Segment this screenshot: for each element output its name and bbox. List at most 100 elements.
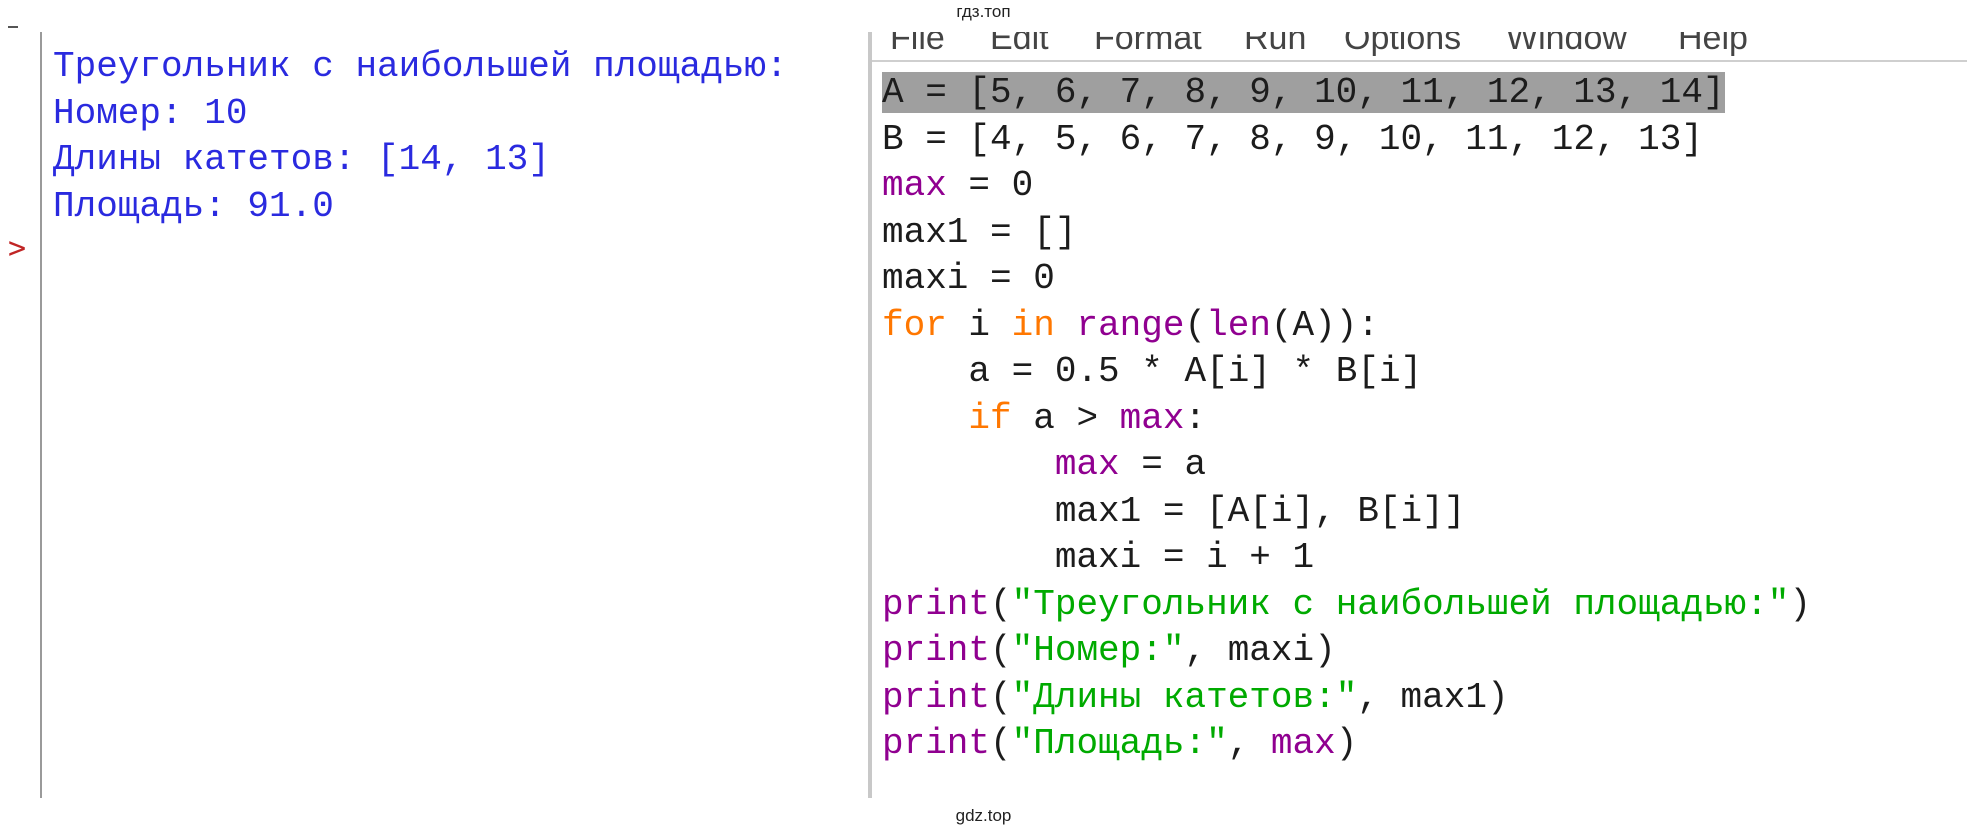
- code-token: + 1: [1227, 537, 1315, 578]
- shell-window-edge: [8, 26, 18, 28]
- menu-format[interactable]: Format: [1094, 32, 1202, 58]
- code-line[interactable]: a = 0.5 * A[i] * B[i]: [882, 349, 1811, 396]
- watermark-bottom: gdz.top: [955, 806, 1012, 825]
- shell-gutter-divider: [40, 32, 42, 798]
- code-token: [: [1378, 490, 1401, 532]
- string-literal: "Треугольник с наибольшей площадью:": [1011, 583, 1790, 625]
- code-token: i: [1227, 351, 1250, 392]
- code-token: a: [968, 351, 991, 392]
- code-line[interactable]: print("Площадь:", max): [882, 721, 1811, 768]
- code-text: for i in range(len(A)):: [882, 305, 1379, 346]
- menu-options[interactable]: Options: [1344, 32, 1461, 58]
- code-token: max1: [1054, 490, 1142, 532]
- code-token: = [: [1141, 490, 1228, 532]
- builtin-name: range: [1076, 304, 1185, 346]
- code-token: = 0.5 *: [990, 351, 1185, 392]
- code-line[interactable]: max1 = [A[i], B[i]]: [882, 489, 1811, 536]
- code-line[interactable]: B = [4, 5, 6, 7, 8, 9, 10, 11, 12, 13]: [882, 117, 1811, 164]
- menu-run[interactable]: Run: [1244, 32, 1306, 58]
- code-token: i: [1206, 537, 1228, 578]
- code-token: [: [1206, 351, 1228, 392]
- code-line[interactable]: print("Треугольник с наибольшей площадью…: [882, 582, 1811, 629]
- code-token: >: [1054, 397, 1120, 439]
- code-token: A: [1292, 304, 1315, 346]
- watermark-top: гдз.топ: [956, 2, 1011, 21]
- code-line[interactable]: print("Номер:", maxi): [882, 628, 1811, 675]
- code-token: B: [1357, 490, 1379, 532]
- keyword: if: [968, 397, 1012, 439]
- code-token: A: [882, 72, 904, 113]
- code-token: (: [990, 583, 1012, 625]
- code-token: ]: [1400, 351, 1423, 392]
- code-token: ]]: [1422, 490, 1466, 532]
- shell-output-line: Номер: 10: [53, 92, 248, 134]
- code-token: = []: [968, 211, 1077, 253]
- code-line[interactable]: max1 = []: [882, 210, 1811, 257]
- code-text: print("Длины катетов:", max1): [882, 677, 1509, 718]
- code-token: i: [968, 304, 991, 346]
- code-token: )):: [1314, 304, 1379, 346]
- code-token: ): [1314, 630, 1336, 671]
- code-token: ,: [1227, 723, 1271, 764]
- code-token: =: [1119, 444, 1185, 485]
- python-shell-window: Треугольник с наибольшей площадью: Номер…: [0, 26, 868, 798]
- code-token: i: [1400, 490, 1423, 532]
- code-token: (: [1270, 304, 1293, 346]
- selected-code-text[interactable]: A = [5, 6, 7, 8, 9, 10, 11, 12, 13, 14]: [882, 72, 1725, 113]
- code-line[interactable]: max = 0: [882, 163, 1811, 210]
- code-line[interactable]: maxi = i + 1: [882, 535, 1811, 582]
- code-text: maxi = i + 1: [882, 537, 1314, 578]
- code-token: i: [1270, 490, 1293, 532]
- menu-file[interactable]: File: [890, 32, 945, 58]
- code-token: (: [1184, 304, 1207, 346]
- keyword: in: [1011, 304, 1055, 346]
- shell-output: Треугольник с наибольшей площадью: Номер…: [53, 44, 788, 230]
- code-text: max1 = [A[i], B[i]]: [882, 490, 1466, 532]
- code-line[interactable]: max = a: [882, 442, 1811, 489]
- code-line[interactable]: A = [5, 6, 7, 8, 9, 10, 11, 12, 13, 14]: [882, 70, 1811, 117]
- code-token: A: [1227, 490, 1250, 532]
- builtin-name: print: [882, 676, 991, 718]
- code-token: ): [1486, 676, 1509, 718]
- code-token: = 0: [946, 165, 1034, 206]
- code-text: print("Площадь:", max): [882, 723, 1357, 764]
- code-token: = [4, 5, 6, 7, 8, 9, 10, 11, 12, 13]: [903, 118, 1703, 160]
- builtin-name: print: [882, 723, 991, 764]
- code-token: max1: [1400, 676, 1487, 718]
- code-line[interactable]: maxi = 0: [882, 256, 1811, 303]
- code-token: ,: [1357, 676, 1401, 718]
- code-token: ,: [1184, 630, 1228, 671]
- builtin-name: print: [882, 583, 991, 625]
- builtin-name: print: [882, 630, 991, 671]
- code-token: (: [990, 630, 1012, 671]
- code-line[interactable]: for i in range(len(A)):: [882, 303, 1811, 350]
- builtin-name: max: [882, 165, 947, 206]
- code-token: ): [1335, 723, 1358, 764]
- code-token: max1: [882, 211, 969, 253]
- code-token: [: [1249, 490, 1271, 532]
- keyword: for: [882, 304, 947, 346]
- builtin-name: max: [1119, 397, 1185, 439]
- code-line[interactable]: print("Длины катетов:", max1): [882, 675, 1811, 722]
- builtin-name: max: [1270, 723, 1336, 764]
- code-token: (: [990, 676, 1012, 718]
- shell-output-line: Длины катетов: [14, 13]: [53, 139, 550, 180]
- code-text: print("Номер:", maxi): [882, 630, 1336, 671]
- code-line[interactable]: if a > max:: [882, 396, 1811, 443]
- menu-edit[interactable]: Edit: [990, 32, 1049, 58]
- shell-prompt[interactable]: >: [8, 234, 26, 264]
- code-token: a: [1033, 397, 1055, 439]
- menu-help[interactable]: Help: [1678, 32, 1748, 58]
- menu-window[interactable]: Window: [1506, 32, 1627, 58]
- string-literal: "Длины катетов:": [1011, 676, 1358, 718]
- code-area[interactable]: A = [5, 6, 7, 8, 9, 10, 11, 12, 13, 14] B…: [882, 70, 1811, 768]
- code-text: max = 0: [882, 165, 1033, 206]
- code-token: [: [1357, 351, 1379, 392]
- code-text: max = a: [882, 444, 1206, 485]
